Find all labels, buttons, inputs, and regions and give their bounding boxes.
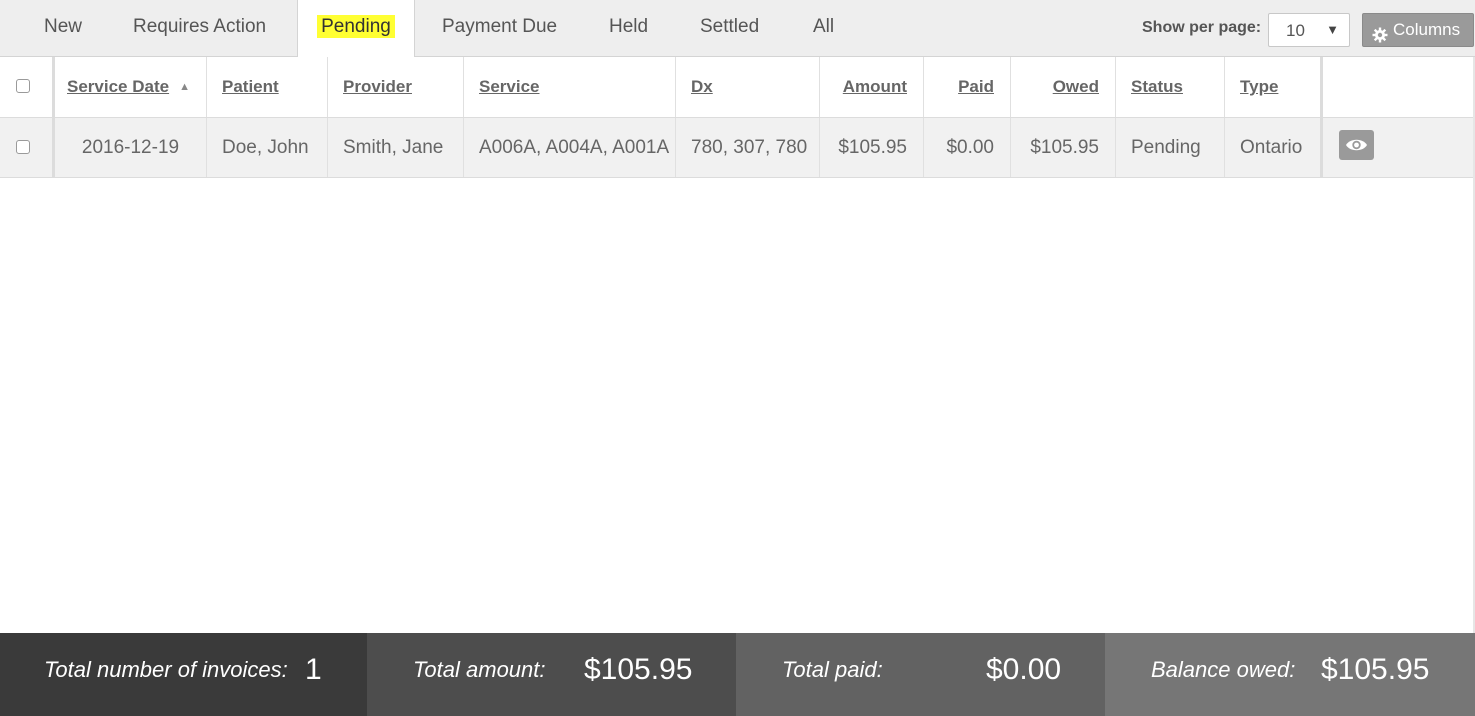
tab-new[interactable]: New <box>44 0 82 57</box>
header-patient[interactable]: Patient <box>207 57 328 117</box>
columns-button-label: Columns <box>1393 20 1461 39</box>
invoice-tabs-bar: New Requires Action Pending Payment Due … <box>0 0 1475 58</box>
total-amount-block: Total amount: $105.95 <box>367 633 736 716</box>
cell-service: A006A, A004A, A001A <box>464 118 676 177</box>
caret-down-icon: ▼ <box>1326 22 1339 37</box>
cell-status: Pending <box>1116 118 1225 177</box>
header-amount-label: Amount <box>842 77 907 96</box>
per-page-select[interactable]: 10 ▼ <box>1268 13 1350 47</box>
header-type-label: Type <box>1240 77 1279 96</box>
total-invoices-value: 1 <box>305 653 322 686</box>
header-owed-label: Owed <box>1052 77 1099 96</box>
header-dx[interactable]: Dx <box>676 57 820 117</box>
column-divider <box>1320 57 1323 178</box>
totals-footer: Total number of invoices: 1 Total amount… <box>0 633 1475 716</box>
cell-amount: $105.95 <box>820 118 924 177</box>
header-status[interactable]: Status <box>1116 57 1225 117</box>
table-row[interactable]: 2016-12-19 Doe, John Smith, Jane A006A, … <box>0 117 1475 178</box>
header-service-date-label: Service Date <box>67 77 170 96</box>
tab-pending-label: Pending <box>317 15 395 38</box>
header-paid[interactable]: Paid <box>924 57 1011 117</box>
tab-all[interactable]: All <box>813 0 834 57</box>
columns-button[interactable]: Columns <box>1362 13 1474 47</box>
tab-requires-action[interactable]: Requires Action <box>133 0 266 57</box>
view-invoice-button[interactable] <box>1339 130 1374 160</box>
column-divider <box>52 57 55 178</box>
cell-service-date: 2016-12-19 <box>55 118 207 177</box>
total-paid-block: Total paid: $0.00 <box>736 633 1105 716</box>
tab-pending[interactable]: Pending <box>297 0 415 58</box>
total-amount-label: Total amount: <box>413 657 546 682</box>
per-page-label: Show per page: <box>1142 19 1262 36</box>
cell-paid: $0.00 <box>924 118 1011 177</box>
cell-owed: $105.95 <box>1011 118 1116 177</box>
total-paid-value: $0.00 <box>986 653 1062 686</box>
row-checkbox[interactable] <box>16 140 30 154</box>
per-page-value: 10 <box>1286 21 1305 40</box>
total-paid-label: Total paid: <box>782 657 883 682</box>
cell-type: Ontario <box>1240 137 1303 158</box>
triangle-up-icon: ▲ <box>179 81 190 93</box>
total-amount-value: $105.95 <box>584 653 693 686</box>
select-all-checkbox[interactable] <box>16 79 30 93</box>
header-service[interactable]: Service <box>464 57 676 117</box>
header-provider[interactable]: Provider <box>328 57 464 117</box>
header-status-label: Status <box>1131 77 1183 96</box>
header-amount[interactable]: Amount <box>820 57 924 117</box>
gear-icon <box>1372 22 1388 54</box>
total-invoices-block: Total number of invoices: 1 <box>0 633 367 716</box>
tab-payment-due[interactable]: Payment Due <box>442 0 557 57</box>
balance-owed-label: Balance owed: <box>1151 657 1296 682</box>
total-invoices-label: Total number of invoices: <box>44 657 288 682</box>
header-service-date[interactable]: Service Date ▲ <box>55 57 207 117</box>
table-header-row: Service Date ▲ Patient Provider Service D… <box>0 57 1475 117</box>
cell-provider: Smith, Jane <box>328 118 464 177</box>
eye-icon <box>1345 136 1368 159</box>
header-patient-label: Patient <box>222 77 279 96</box>
tab-settled[interactable]: Settled <box>700 0 759 57</box>
header-provider-label: Provider <box>343 77 412 96</box>
header-service-label: Service <box>479 77 540 96</box>
header-type[interactable]: Type <box>1225 57 1321 117</box>
header-owed[interactable]: Owed <box>1011 57 1116 117</box>
balance-owed-value: $105.95 <box>1321 653 1430 686</box>
cell-patient: Doe, John <box>207 118 328 177</box>
cell-dx: 780, 307, 780 <box>676 118 820 177</box>
header-dx-label: Dx <box>691 77 713 96</box>
header-paid-label: Paid <box>958 77 994 96</box>
balance-owed-block: Balance owed: $105.95 <box>1105 633 1475 716</box>
tab-held[interactable]: Held <box>609 0 648 57</box>
